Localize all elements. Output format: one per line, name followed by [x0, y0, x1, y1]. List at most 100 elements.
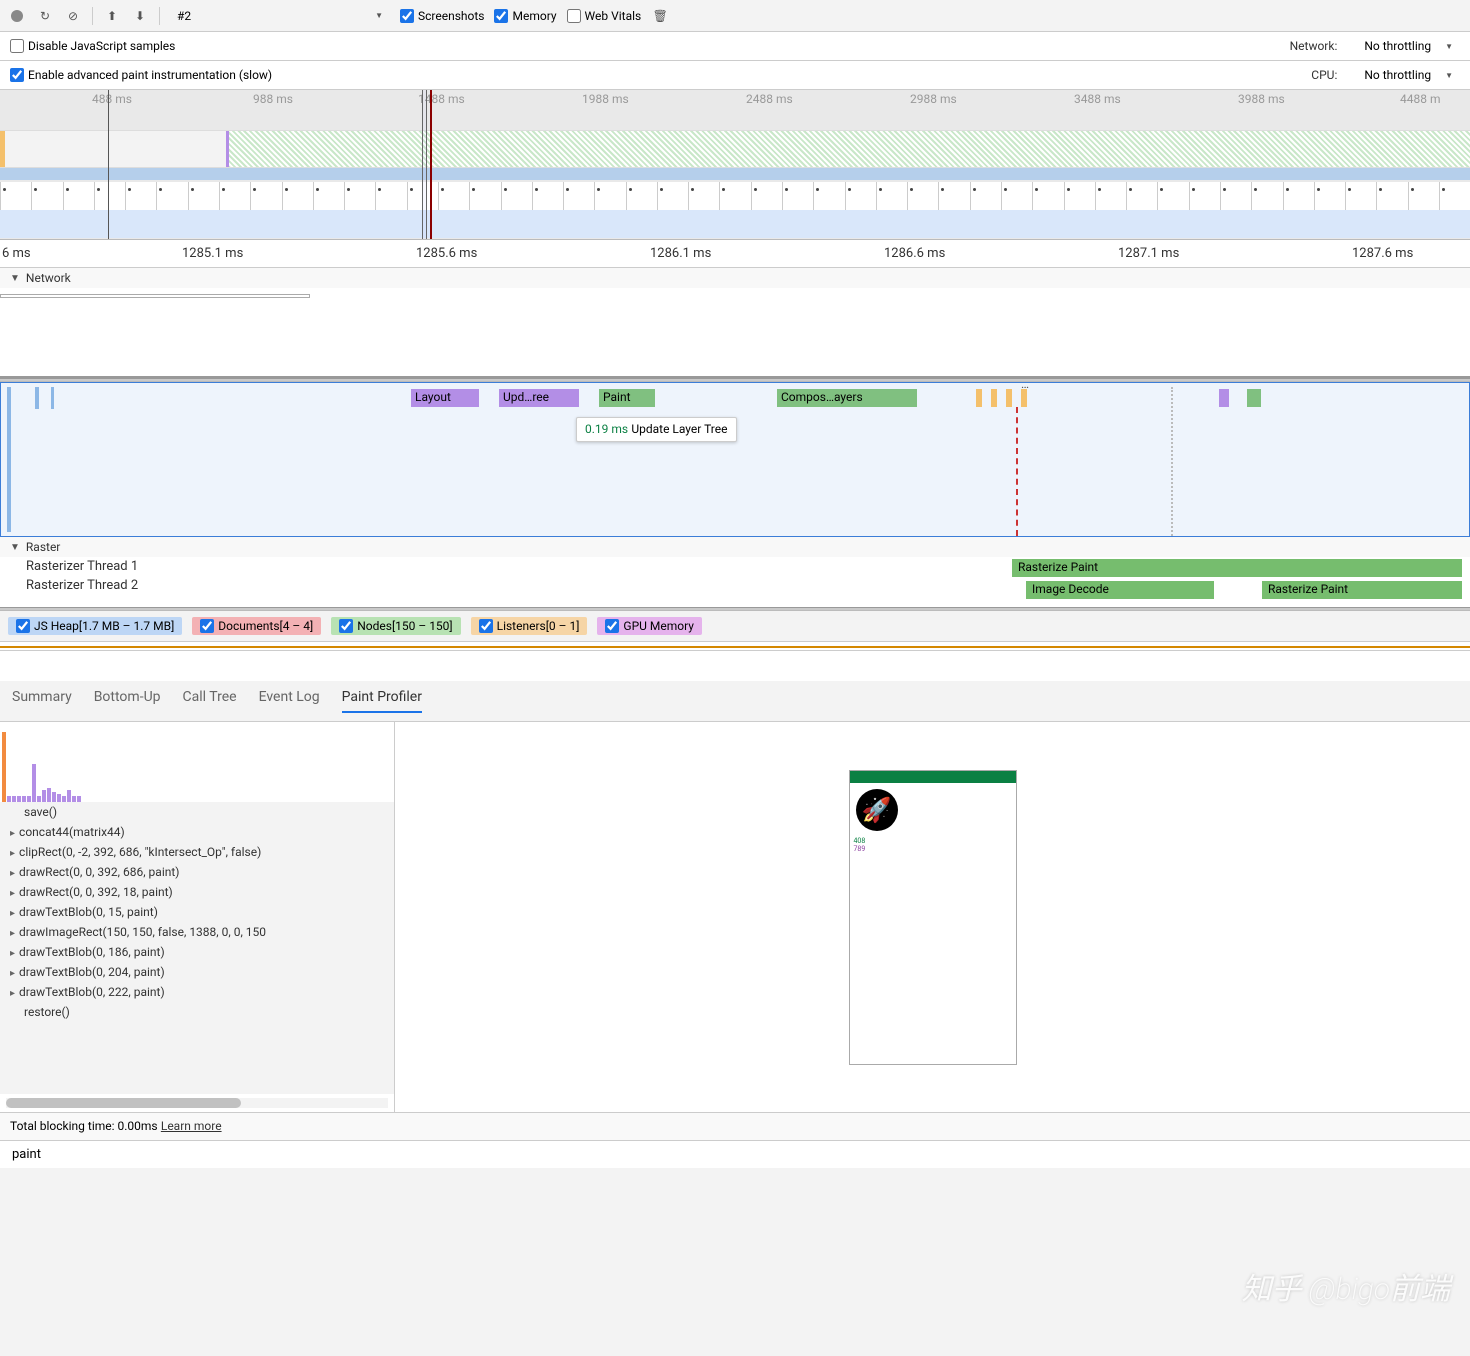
flame-bar[interactable] — [7, 387, 11, 532]
network-section-header[interactable]: ▼Network — [0, 268, 1470, 288]
ruler-tick: 1285.1 ms — [182, 246, 243, 261]
cmd-row[interactable]: restore() — [0, 1002, 394, 1022]
flame-tooltip: 0.19 ms Update Layer Tree — [576, 417, 737, 442]
cpu-throttle-select[interactable]: No throttling ▼ — [1357, 65, 1460, 85]
network-body[interactable] — [0, 288, 1470, 378]
load-profile-icon[interactable]: ⬆ — [103, 7, 121, 25]
ruler-tick: 1285.6 ms — [416, 246, 477, 261]
search-row — [0, 1140, 1470, 1168]
search-input[interactable] — [10, 1145, 1460, 1164]
selection-handle[interactable] — [422, 90, 427, 239]
flame-bar[interactable] — [1021, 389, 1027, 407]
detail-ruler[interactable]: 6 ms 1285.1 ms 1285.6 ms 1286.1 ms 1286.… — [0, 240, 1470, 268]
flame-bar[interactable] — [1219, 389, 1229, 407]
flame-bar[interactable] — [1006, 389, 1012, 407]
clear-icon[interactable]: ⊘ — [64, 7, 82, 25]
screenshot-strip — [0, 182, 1470, 210]
paint-preview[interactable]: 🚀 408 789 — [849, 770, 1017, 1065]
flame-bar[interactable] — [35, 387, 39, 409]
raster-thread-2-label: Rasterizer Thread 2 — [0, 576, 1470, 595]
reload-icon[interactable]: ↻ — [36, 7, 54, 25]
flame-bar[interactable] — [51, 387, 54, 409]
cpu-strip — [0, 130, 1470, 168]
cmd-row[interactable]: save() — [0, 802, 394, 822]
overview-tick: 4488 m — [1400, 92, 1440, 106]
screenshots-checkbox[interactable]: Screenshots — [400, 9, 484, 23]
cmd-row[interactable]: drawTextBlob(0, 15, paint) — [0, 902, 394, 922]
raster-body[interactable]: Rasterizer Thread 1 Rasterizer Thread 2 … — [0, 557, 1470, 607]
legend-documents[interactable]: Documents[4 – 4] — [192, 617, 321, 635]
network-throttle-select[interactable]: No throttling ▼ — [1357, 36, 1460, 56]
raster-section-header[interactable]: ▼Raster — [0, 537, 1470, 557]
paint-profiler-panel: save() concat44(matrix44) clipRect(0, -2… — [0, 722, 1470, 1112]
overview-tick: 1988 ms — [582, 92, 629, 106]
watermark: 知乎 @bigo前端 — [1242, 1264, 1450, 1308]
legend-nodes[interactable]: Nodes[150 – 150] — [331, 617, 460, 635]
cmd-row[interactable]: clipRect(0, -2, 392, 686, "kIntersect_Op… — [0, 842, 394, 862]
marker — [430, 90, 432, 239]
memory-checkbox[interactable]: Memory — [494, 9, 556, 23]
overview-timeline[interactable]: 488 ms 988 ms 1488 ms 1988 ms 2488 ms 29… — [0, 90, 1470, 240]
flame-bar[interactable] — [991, 389, 997, 407]
recording-select[interactable]: #2 ▼ — [170, 6, 390, 26]
legend-gpu[interactable]: GPU Memory — [597, 617, 702, 635]
legend-listeners[interactable]: Listeners[0 – 1] — [471, 617, 588, 635]
raster-bar[interactable]: Rasterize Paint — [1012, 559, 1462, 577]
trash-icon[interactable]: 🗑 — [651, 7, 669, 25]
legend-js-heap[interactable]: JS Heap[1.7 MB – 1.7 MB] — [8, 617, 182, 635]
flame-bar-layout[interactable]: Layout — [411, 389, 479, 407]
marker — [108, 90, 109, 239]
ruler-tick: 1287.1 ms — [1118, 246, 1179, 261]
overview-tick: 488 ms — [92, 92, 132, 106]
rocket-icon: 🚀 — [856, 789, 898, 831]
recording-label: #2 — [177, 9, 191, 23]
fps-strip — [0, 210, 1470, 238]
command-list[interactable]: save() concat44(matrix44) clipRect(0, -2… — [0, 802, 394, 1094]
record-button[interactable] — [8, 7, 26, 25]
learn-more-link[interactable]: Learn more — [161, 1119, 222, 1133]
memory-legend: JS Heap[1.7 MB – 1.7 MB] Documents[4 – 4… — [0, 611, 1470, 641]
separator — [159, 7, 160, 25]
cmd-row[interactable]: drawImageRect(150, 150, false, 1388, 0, … — [0, 922, 394, 942]
tab-paint-profiler[interactable]: Paint Profiler — [342, 689, 422, 713]
flame-bar-paint[interactable]: Paint — [599, 389, 655, 407]
flame-bar-composite[interactable]: Compos…ayers — [777, 389, 917, 407]
adv-paint-checkbox[interactable]: Enable advanced paint instrumentation (s… — [10, 68, 272, 82]
cmd-row[interactable]: concat44(matrix44) — [0, 822, 394, 842]
status-bar: Total blocking time: 0.00ms Learn more — [0, 1112, 1470, 1140]
marker-line — [1171, 387, 1173, 536]
raster-bar[interactable]: Rasterize Paint — [1262, 581, 1462, 599]
blocking-time-label: Total blocking time: 0.00ms — [10, 1119, 158, 1133]
tab-bottom-up[interactable]: Bottom-Up — [94, 689, 161, 713]
tab-call-tree[interactable]: Call Tree — [183, 689, 237, 713]
scrollbar-thumb[interactable] — [6, 1098, 241, 1108]
webvitals-checkbox[interactable]: Web Vitals — [567, 9, 642, 23]
profiler-preview: 🚀 408 789 — [395, 722, 1470, 1112]
flame-bar[interactable] — [976, 389, 982, 407]
cmd-row[interactable]: drawRect(0, 0, 392, 18, paint) — [0, 882, 394, 902]
cmd-row[interactable]: drawTextBlob(0, 186, paint) — [0, 942, 394, 962]
flame-bar[interactable] — [1247, 389, 1261, 407]
cmd-row[interactable]: drawTextBlob(0, 204, paint) — [0, 962, 394, 982]
separator — [92, 7, 93, 25]
disable-js-checkbox[interactable]: Disable JavaScript samples — [10, 39, 175, 53]
flame-bar-update[interactable]: Upd…ree — [499, 389, 579, 407]
chevron-down-icon: ▼ — [1445, 42, 1453, 51]
horizontal-scrollbar[interactable] — [6, 1098, 388, 1108]
overview-tick: 3488 ms — [1074, 92, 1121, 106]
ruler-tick: 6 ms — [2, 246, 31, 261]
tab-summary[interactable]: Summary — [12, 689, 72, 713]
ruler-tick: 1286.1 ms — [650, 246, 711, 261]
cpu-label: CPU: — [1311, 68, 1337, 82]
save-profile-icon[interactable]: ⬇ — [131, 7, 149, 25]
cmd-row[interactable]: drawTextBlob(0, 222, paint) — [0, 982, 394, 1002]
tab-event-log[interactable]: Event Log — [259, 689, 320, 713]
profiler-left: save() concat44(matrix44) clipRect(0, -2… — [0, 722, 395, 1112]
raster-bar[interactable]: Image Decode — [1026, 581, 1214, 599]
memory-chart[interactable] — [0, 641, 1470, 651]
ruler-tick: 1286.6 ms — [884, 246, 945, 261]
flame-chart[interactable]: … Layout Upd…ree Paint Compos…ayers 0.19… — [0, 382, 1470, 537]
network-label: Network: — [1290, 39, 1338, 53]
profiler-chart[interactable] — [0, 722, 394, 802]
cmd-row[interactable]: drawRect(0, 0, 392, 686, paint) — [0, 862, 394, 882]
